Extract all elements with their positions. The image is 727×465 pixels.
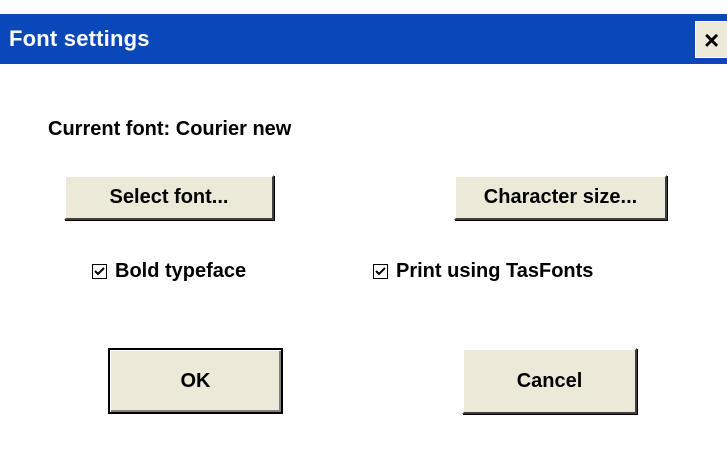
current-font-line: Current font: Courier new (48, 118, 291, 141)
close-icon: × (704, 25, 720, 55)
bold-typeface-checkbox[interactable]: Bold typeface (92, 260, 246, 283)
print-tasfonts-label: Print using TasFonts (396, 260, 594, 282)
checkmark-icon[interactable] (373, 264, 388, 279)
cancel-button[interactable]: Cancel (462, 348, 637, 414)
select-font-button[interactable]: Select font... (64, 175, 274, 220)
character-size-button[interactable]: Character size... (454, 175, 667, 220)
checkmark-icon[interactable] (92, 264, 107, 279)
print-tasfonts-checkbox[interactable]: Print using TasFonts (373, 260, 593, 283)
current-font-value: Courier new (175, 118, 292, 140)
bold-typeface-label: Bold typeface (115, 260, 247, 282)
ok-button[interactable]: OK (108, 348, 283, 414)
current-font-label: Current font: (48, 118, 171, 140)
window-title: Font settings (9, 26, 150, 51)
close-button[interactable]: × (695, 21, 727, 58)
title-bar: Font settings × (0, 14, 727, 64)
dialog-body: Current font: Courier new Select font...… (0, 64, 727, 465)
